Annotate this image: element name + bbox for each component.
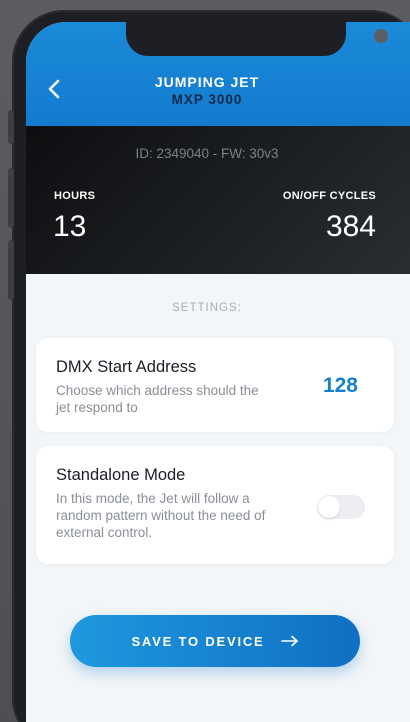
toggle-knob [318,496,340,518]
save-button-label: SAVE TO DEVICE [131,633,265,649]
dmx-start-address-card[interactable]: DMX Start Address Choose which address s… [36,338,394,432]
device-model: MXP 3000 [171,92,243,107]
cycles-label: ON/OFF CYCLES [282,190,376,202]
phone-notch [126,22,388,56]
arrow-right-icon [280,635,298,647]
settings-section-label: SETTINGS: [172,302,242,314]
app-header: JUMPING JET MXP 3000 [26,22,410,126]
save-to-device-button[interactable]: SAVE TO DEVICE [70,615,360,667]
standalone-mode-card: Standalone Mode In this mode, the Jet wi… [36,446,394,564]
hours-value: 13 [53,210,87,243]
device-id-firmware: ID: 2349040 - FW: 30v3 [135,146,279,161]
phone-side-button [8,240,14,300]
dmx-title: DMX Start Address [56,358,197,376]
standalone-description: In this mode, the Jet will follow a rand… [56,491,266,540]
standalone-title: Standalone Mode [56,466,186,484]
dmx-description: Choose which address should the jet resp… [56,383,259,415]
device-name: JUMPING JET [154,74,260,90]
hours-label: HOURS [54,190,96,202]
standalone-mode-toggle[interactable] [317,495,365,519]
phone-side-button [8,168,14,228]
app-screen: JUMPING JET MXP 3000 ID: 2349040 - FW: 3… [26,22,410,722]
cycles-value: 384 [325,210,376,243]
camera-icon [374,29,388,43]
stats-panel: ID: 2349040 - FW: 30v3 HOURS 13 ON/OFF C… [26,126,410,274]
phone-side-button [8,110,14,144]
dmx-address-value[interactable]: 128 [323,374,358,398]
